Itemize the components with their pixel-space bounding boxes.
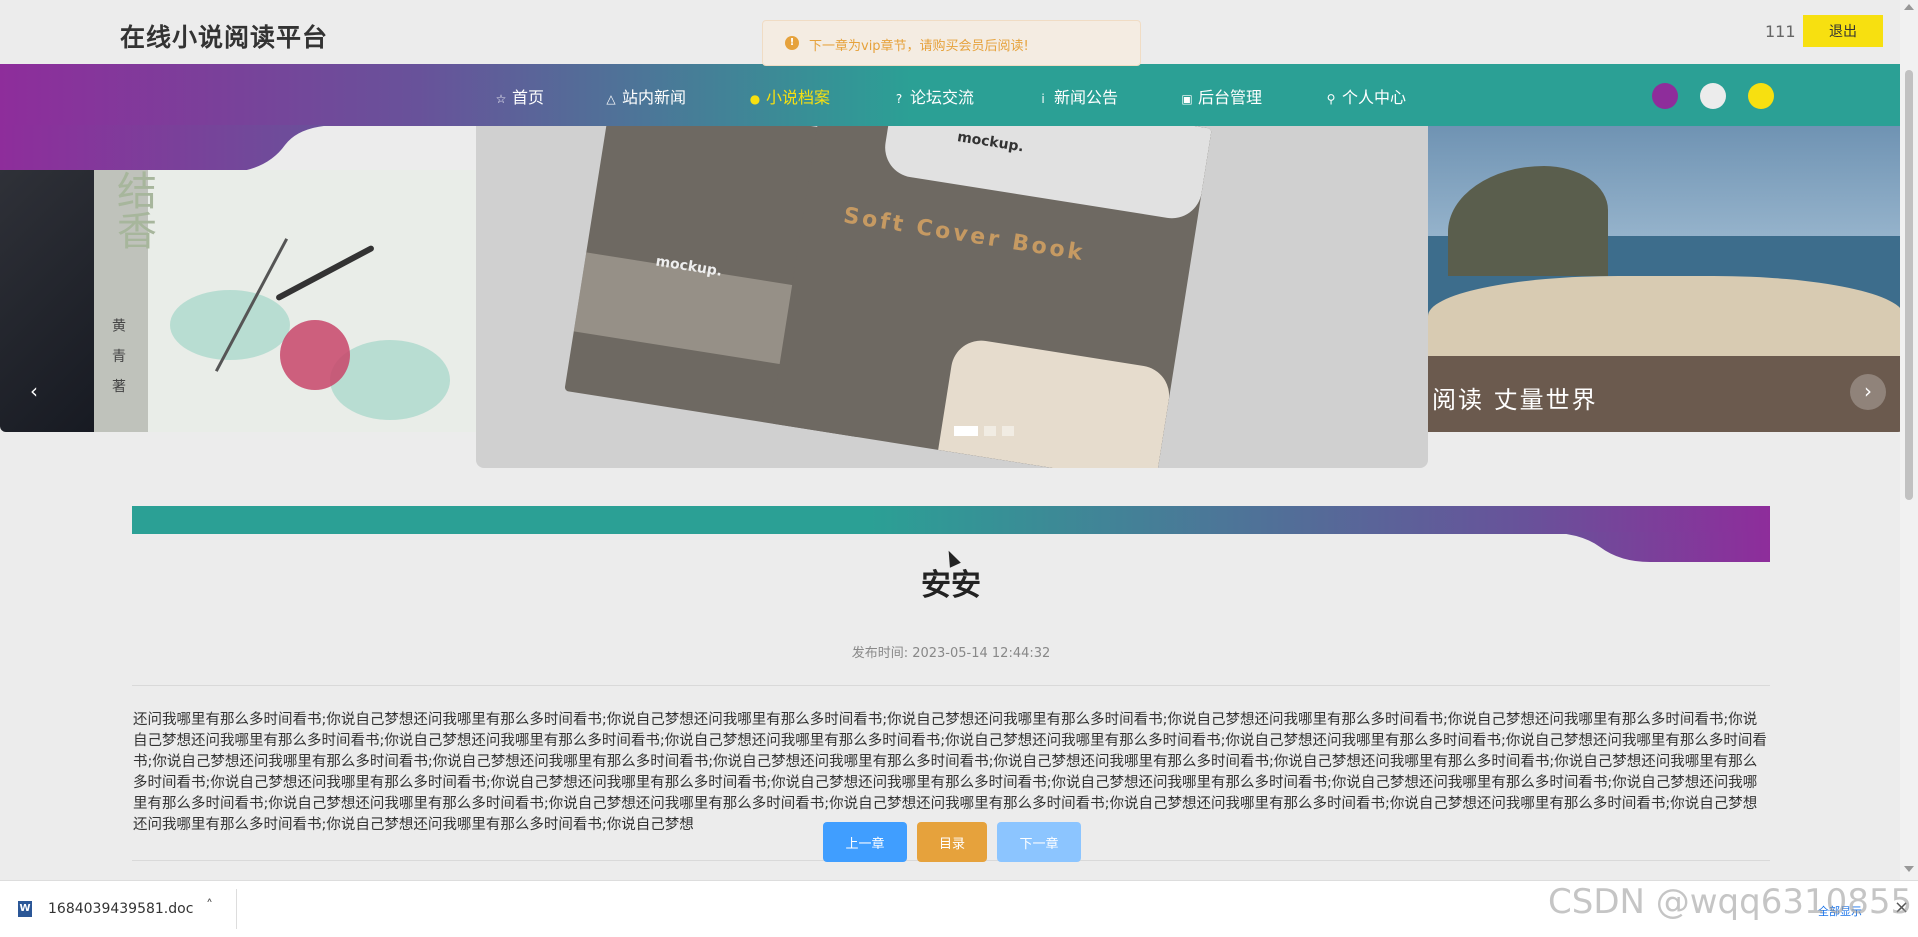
chevron-left-icon[interactable]: ‹: [16, 374, 52, 410]
nav-label: 站内新闻: [622, 88, 687, 107]
vertical-scrollbar[interactable]: [1900, 0, 1918, 880]
chevron-up-icon[interactable]: ˄: [206, 898, 213, 914]
chapter-content: 还问我哪里有那么多时间看书;你说自己梦想还问我哪里有那么多时间看书;你说自己梦想…: [133, 712, 1767, 833]
vip-warning-toast: ! 下一章为vip章节，请购买会员后阅读!: [762, 20, 1141, 66]
main-navbar: ☆ 首页 △ 站内新闻 ● 小说档案 ? 论坛交流 i 新闻公告 ▣ 后台管理 ⚲ 个人中心: [0, 64, 1900, 126]
nav-item-profile[interactable]: ⚲ 个人中心: [1324, 84, 1406, 108]
mockup-cover-text: Soft Cover Book: [841, 203, 1087, 267]
user-icon: ⚲: [1326, 92, 1336, 106]
scroll-down-icon[interactable]: [1904, 866, 1914, 872]
nav-label: 小说档案: [766, 88, 831, 107]
info-icon: i: [1041, 92, 1045, 106]
carousel-slide-next[interactable]: 阅读 丈量世界: [1428, 126, 1904, 432]
divider: [236, 889, 237, 929]
briefcase-icon: ▣: [1181, 92, 1193, 106]
book-cover-title: 结香: [110, 170, 156, 250]
dragonfly-decoration: [275, 244, 375, 302]
chevron-right-icon[interactable]: ›: [1850, 374, 1886, 410]
book-cap-panel: [880, 126, 1212, 223]
toast-message: 下一章为vip章节，请购买会员后阅读!: [809, 39, 1029, 54]
theme-purple-dot[interactable]: [1652, 83, 1678, 109]
mockup-book-front: mockup. Soft Cover Book: [770, 126, 1212, 468]
nav-label: 后台管理: [1198, 88, 1263, 107]
nav-item-forum[interactable]: ? 论坛交流: [892, 84, 974, 108]
star-icon: ☆: [495, 92, 507, 106]
csdn-watermark: CSDN @wqq6310855: [1548, 882, 1913, 922]
slide-caption: 阅读 丈量世界: [1432, 386, 1598, 414]
info-circle-icon: ●: [749, 92, 761, 106]
band-tail-decoration: [1540, 532, 1770, 562]
carousel-dot[interactable]: [954, 426, 978, 436]
nav-item-novel-archive[interactable]: ● 小说档案: [748, 84, 830, 108]
table-of-contents-button[interactable]: 目录: [917, 822, 987, 862]
nav-item-announcements[interactable]: i 新闻公告: [1036, 84, 1118, 108]
theme-white-dot[interactable]: [1700, 83, 1726, 109]
logout-button[interactable]: 退出: [1803, 15, 1883, 47]
banner-carousel: 结香 黄 青 著 mockup. mockup. Soft Cover Book: [0, 126, 1904, 468]
carousel-slide-active[interactable]: mockup. mockup. Soft Cover Book: [476, 126, 1428, 468]
carousel-dot[interactable]: [1002, 426, 1014, 436]
nav-label: 论坛交流: [910, 88, 975, 107]
bag-icon: △: [606, 92, 616, 106]
scroll-up-icon[interactable]: [1904, 4, 1914, 10]
divider: [132, 685, 1770, 686]
scrollbar-thumb[interactable]: [1905, 70, 1913, 500]
lotus-decoration: [280, 320, 350, 390]
book-cover-author: 黄 青 著: [110, 318, 126, 399]
publish-label: 发布时间:: [851, 646, 909, 661]
carousel-slide-prev[interactable]: 结香 黄 青 著: [0, 170, 476, 432]
nav-item-admin[interactable]: ▣ 后台管理: [1180, 84, 1262, 108]
book-bottom-panel: [938, 336, 1174, 468]
site-title: 在线小说阅读平台: [120, 23, 329, 52]
publish-info: 发布时间: 2023-05-14 12:44:32: [132, 642, 1770, 661]
nav-item-site-news[interactable]: △ 站内新闻: [604, 84, 686, 108]
username: 111: [1765, 22, 1796, 41]
download-filename[interactable]: 1684039439581.doc: [48, 901, 193, 917]
carousel-dot[interactable]: [984, 426, 996, 436]
nav-item-home[interactable]: ☆ 首页: [494, 84, 544, 108]
chapter-header-band: [132, 506, 1770, 534]
nav-menu: ☆ 首页 △ 站内新闻 ● 小说档案 ? 论坛交流 i 新闻公告 ▣ 后台管理 ⚲ 个人中心: [0, 64, 1900, 126]
nav-label: 个人中心: [1342, 88, 1407, 107]
question-circle-icon: ?: [895, 92, 903, 106]
publish-time: 2023-05-14 12:44:32: [912, 646, 1051, 661]
prev-chapter-button[interactable]: 上一章: [823, 822, 907, 862]
theme-yellow-dot[interactable]: [1748, 83, 1774, 109]
next-chapter-button[interactable]: 下一章: [997, 822, 1081, 862]
warning-icon: !: [785, 36, 799, 50]
nav-label: 首页: [512, 88, 545, 107]
leaf-decoration: [170, 290, 290, 360]
nav-label: 新闻公告: [1054, 88, 1119, 107]
word-doc-icon: W: [18, 901, 32, 917]
carousel-indicators: [954, 426, 1034, 438]
